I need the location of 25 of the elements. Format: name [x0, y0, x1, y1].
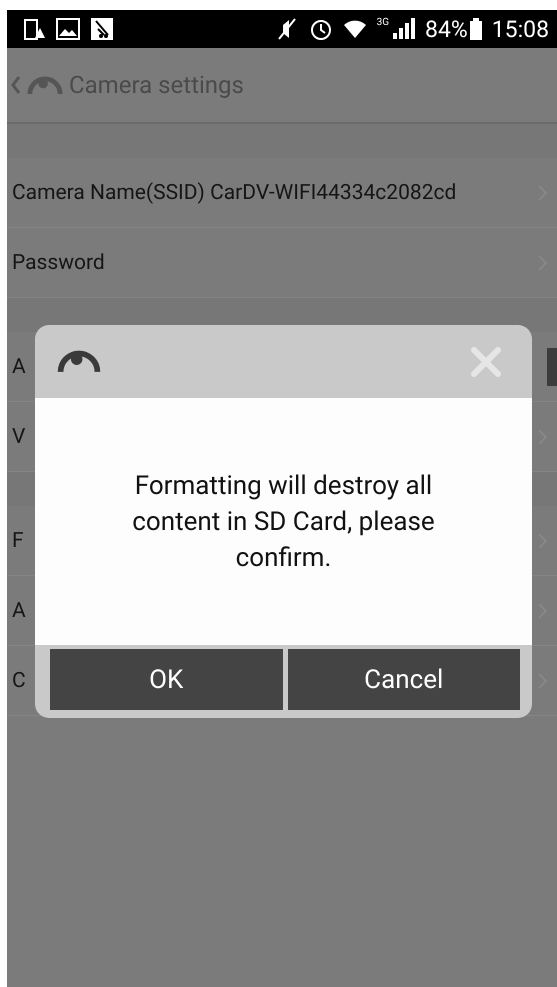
row-label: V [12, 424, 26, 448]
row-label: F [12, 528, 24, 552]
toggle-switch[interactable] [547, 348, 557, 386]
alarm-icon [308, 17, 333, 41]
row-label: C [12, 668, 26, 692]
row-label: A [12, 598, 26, 622]
settings-row[interactable]: Camera Name(SSID) CarDV-WIFI44334c2082cd [7, 158, 557, 228]
image-icon [56, 17, 80, 41]
camera-logo-icon [57, 350, 101, 373]
camera-logo-icon [27, 76, 63, 94]
signal-icon [391, 17, 416, 41]
back-icon[interactable] [11, 75, 21, 95]
dialog-button[interactable]: Cancel [288, 649, 520, 710]
app-icon [90, 17, 114, 41]
battery-icon [470, 17, 482, 41]
battery-warning-icon [22, 17, 46, 41]
close-icon[interactable] [470, 346, 502, 378]
network-type: 3G [376, 17, 390, 28]
battery-percent: 84% [425, 16, 468, 42]
dialog-message: Formatting will destroy all content in SD Card, please confirm. [35, 398, 532, 645]
dialog-button[interactable]: OK [50, 649, 282, 710]
row-label: Password [12, 250, 105, 274]
row-label: A [12, 354, 26, 378]
clock: 15:08 [492, 16, 549, 42]
row-label: Camera Name(SSID) CarDV-WIFI44334c2082cd [12, 180, 456, 204]
